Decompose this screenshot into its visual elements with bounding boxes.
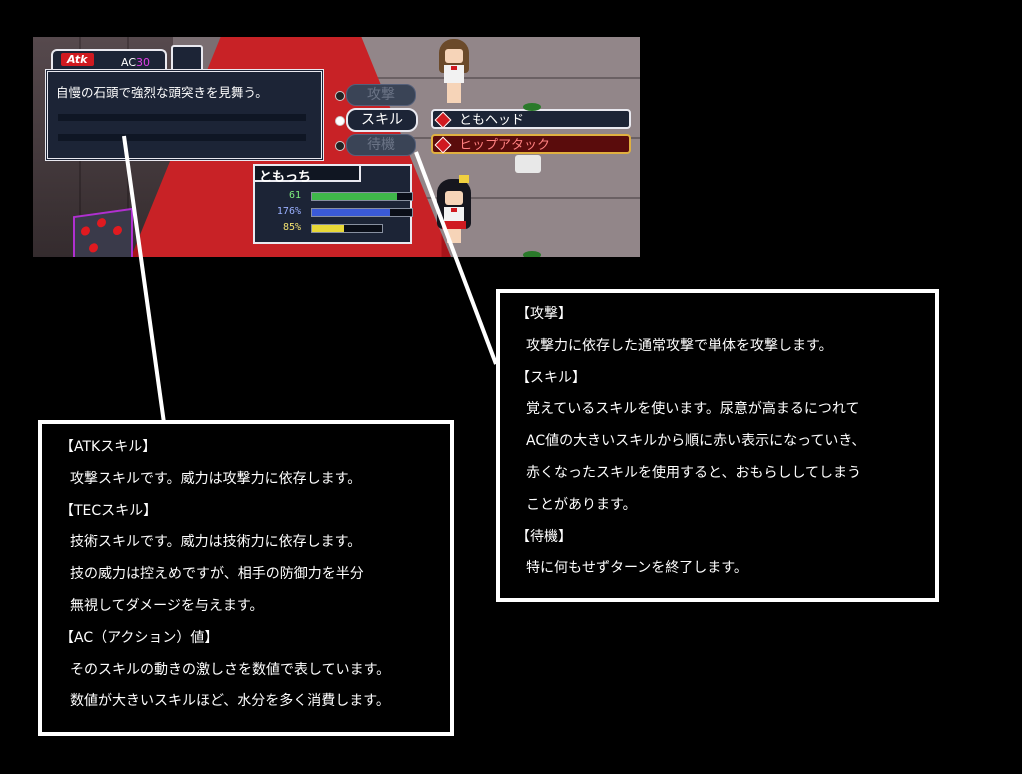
callout-text: 覚えているスキルを使います。尿意が高まるにつれて [526,401,860,418]
callout-heading: 【TECスキル】 [60,502,158,519]
callout-heading: 【AC（アクション）値】 [60,629,219,646]
callout-text: 技術スキルです。威力は技術力に依存します。 [70,534,362,551]
callout-text: 技の威力は控えめですが、相手の防御力を半分 [70,566,364,583]
left-callout-line [122,135,166,424]
callout-text: そのスキルの動きの激しさを数値で表しています。 [70,661,391,678]
callout-text: 数値が大きいスキルほど、水分を多く消費します。 [70,693,390,710]
callout-text: AC値の大きいスキルから順に赤い表示になっていき、 [526,433,866,450]
callout-text: 特に何もせずターンを終了します。 [526,560,748,577]
right-explanation-box: 【攻撃】攻撃力に依存した通常攻撃で単体を攻撃します。【スキル】覚えているスキルを… [496,289,939,602]
callout-heading: 【ATKスキル】 [60,439,157,455]
callout-text: 攻撃力に依存した通常攻撃で単体を攻撃します。 [526,337,833,354]
callout-heading: 【スキル】 [516,369,586,386]
callout-heading: 【待機】 [516,528,572,545]
callout-text: ことがあります。 [526,496,637,513]
callout-text: 無視してダメージを与えます。 [70,597,264,614]
callout-text: 攻撃スキルです。威力は攻撃力に依存します。 [70,470,362,487]
left-explanation-box: 【ATKスキル】攻撃スキルです。威力は攻撃力に依存します。【TECスキル】技術ス… [38,420,454,736]
right-callout-line [414,151,498,365]
callout-heading: 【攻撃】 [516,306,572,322]
callout-text: 赤くなったスキルを使用すると、おもらししてしまう [526,464,862,481]
